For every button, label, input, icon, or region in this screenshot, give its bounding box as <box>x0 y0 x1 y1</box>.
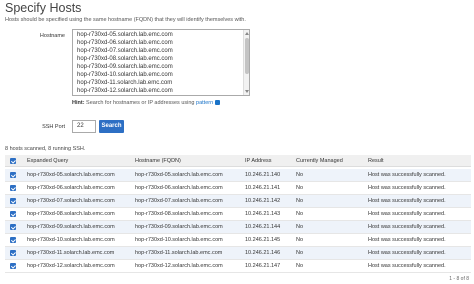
cell-hostname: hop-r730xd-10.solarch.lab.emc.com <box>135 237 223 243</box>
checkbox-checked-icon[interactable] <box>10 185 16 191</box>
table-row[interactable]: hop-r730xd-12.solarch.lab.emc.com hop-r7… <box>5 260 471 272</box>
cell-result: Host was successfully scanned. <box>368 185 446 191</box>
cell-ip: 10.246.21.147 <box>245 263 281 269</box>
hostname-line: hop-r730xd-05.solarch.lab.emc.com <box>77 32 173 38</box>
hostname-label: Hostname <box>39 33 65 39</box>
cell-ip: 10.246.21.145 <box>245 237 281 243</box>
checkbox-checked-icon[interactable] <box>10 198 16 204</box>
table-row[interactable]: hop-r730xd-06.solarch.lab.emc.com hop-r7… <box>5 182 471 194</box>
search-button[interactable]: Search <box>99 120 124 133</box>
checkbox-checked-icon[interactable] <box>10 263 16 269</box>
hostname-line: hop-r730xd-12.solarch.lab.emc.com <box>77 88 173 94</box>
hint: Hint: Search for hostnames or IP address… <box>72 100 221 106</box>
cell-hostname: hop-r730xd-05.solarch.lab.emc.com <box>135 172 223 178</box>
col-expanded-query[interactable]: Expanded Query <box>27 155 132 167</box>
cell-hostname: hop-r730xd-11.solarch.lab.emc.com <box>135 250 223 256</box>
cell-query: hop-r730xd-12.solarch.lab.emc.com <box>27 263 115 269</box>
cell-query: hop-r730xd-11.solarch.lab.emc.com <box>27 250 115 256</box>
ssh-port-input[interactable]: 22 <box>72 120 96 133</box>
table-row[interactable]: hop-r730xd-07.solarch.lab.emc.com hop-r7… <box>5 195 471 207</box>
table-row[interactable]: hop-r730xd-09.solarch.lab.emc.com hop-r7… <box>5 221 471 233</box>
cell-hostname: hop-r730xd-12.solarch.lab.emc.com <box>135 263 223 269</box>
checkbox-checked-icon[interactable] <box>10 172 16 178</box>
cell-hostname: hop-r730xd-08.solarch.lab.emc.com <box>135 211 223 217</box>
cell-managed: No <box>296 211 304 217</box>
hostname-line: hop-r730xd-09.solarch.lab.emc.com <box>77 64 173 70</box>
table-row[interactable]: hop-r730xd-10.solarch.lab.emc.com hop-r7… <box>5 234 471 246</box>
col-hostname[interactable]: Hostname (FQDN) <box>135 155 243 167</box>
cell-managed: No <box>296 185 304 191</box>
table-row[interactable]: hop-r730xd-08.solarch.lab.emc.com hop-r7… <box>5 208 471 220</box>
select-all-checkbox[interactable] <box>10 158 16 164</box>
checkbox-checked-icon[interactable] <box>10 224 16 230</box>
table-row[interactable]: hop-r730xd-05.solarch.lab.emc.com hop-r7… <box>5 169 471 181</box>
cell-result: Host was successfully scanned. <box>368 198 446 204</box>
cell-result: Host was successfully scanned. <box>368 237 446 243</box>
cell-managed: No <box>296 172 304 178</box>
hostname-line: hop-r730xd-06.solarch.lab.emc.com <box>77 40 173 46</box>
cell-hostname: hop-r730xd-09.solarch.lab.emc.com <box>135 224 223 230</box>
cell-ip: 10.246.21.142 <box>245 198 281 204</box>
checkbox-checked-icon[interactable] <box>10 250 16 256</box>
scroll-thumb[interactable] <box>245 38 249 74</box>
cell-query: hop-r730xd-07.solarch.lab.emc.com <box>27 198 115 204</box>
cell-query: hop-r730xd-08.solarch.lab.emc.com <box>27 211 115 217</box>
cell-ip: 10.246.21.140 <box>245 172 281 178</box>
cell-ip: 10.246.21.143 <box>245 211 281 217</box>
cell-managed: No <box>296 224 304 230</box>
row-divider <box>5 272 471 273</box>
hostname-line: hop-r730xd-08.solarch.lab.emc.com <box>77 56 173 62</box>
pattern-link[interactable]: pattern <box>196 100 213 106</box>
hint-label: Hint: <box>72 100 85 106</box>
cell-managed: No <box>296 250 304 256</box>
cell-hostname: hop-r730xd-07.solarch.lab.emc.com <box>135 198 223 204</box>
cell-result: Host was successfully scanned. <box>368 250 446 256</box>
cell-query: hop-r730xd-05.solarch.lab.emc.com <box>27 172 115 178</box>
scroll-down-icon[interactable] <box>245 90 249 93</box>
cell-ip: 10.246.21.141 <box>245 185 281 191</box>
hostname-textarea[interactable]: hop-r730xd-05.solarch.lab.emc.com hop-r7… <box>72 29 250 96</box>
page-title: Specify Hosts <box>5 1 82 15</box>
cell-result: Host was successfully scanned. <box>368 224 446 230</box>
hostname-line: hop-r730xd-11.solarch.lab.emc.com <box>77 80 173 86</box>
cell-ip: 10.246.21.144 <box>245 224 281 230</box>
hostname-line: hop-r730xd-07.solarch.lab.emc.com <box>77 48 173 54</box>
hint-text: Search for hostnames or IP addresses usi… <box>84 100 197 106</box>
textarea-scrollbar[interactable] <box>243 30 249 95</box>
checkbox-checked-icon[interactable] <box>10 237 16 243</box>
cell-hostname: hop-r730xd-06.solarch.lab.emc.com <box>135 185 223 191</box>
hostname-line: hop-r730xd-10.solarch.lab.emc.com <box>77 72 173 78</box>
ssh-port-label: SSH Port <box>42 124 65 130</box>
cell-query: hop-r730xd-06.solarch.lab.emc.com <box>27 185 115 191</box>
external-link-icon[interactable] <box>215 100 221 106</box>
col-result[interactable]: Result <box>368 155 471 167</box>
table-row[interactable]: hop-r730xd-11.solarch.lab.emc.com hop-r7… <box>5 247 471 259</box>
cell-managed: No <box>296 263 304 269</box>
cell-result: Host was successfully scanned. <box>368 211 446 217</box>
scan-status: 8 hosts scanned, 8 running SSH. <box>5 146 86 152</box>
cell-result: Host was successfully scanned. <box>368 172 446 178</box>
cell-query: hop-r730xd-10.solarch.lab.emc.com <box>27 237 115 243</box>
cell-managed: No <box>296 198 304 204</box>
col-managed[interactable]: Currently Managed <box>296 155 366 167</box>
col-ip[interactable]: IP Address <box>245 155 295 167</box>
cell-ip: 10.246.21.146 <box>245 250 281 256</box>
cell-result: Host was successfully scanned. <box>368 263 446 269</box>
table-header: Expanded Query Hostname (FQDN) IP Addres… <box>5 155 471 167</box>
pager: 1 - 8 of 8 <box>449 276 469 282</box>
cell-managed: No <box>296 237 304 243</box>
cell-query: hop-r730xd-09.solarch.lab.emc.com <box>27 224 115 230</box>
checkbox-checked-icon[interactable] <box>10 211 16 217</box>
scroll-up-icon[interactable] <box>245 32 249 35</box>
page-subtitle: Hosts should be specified using the same… <box>5 17 246 23</box>
